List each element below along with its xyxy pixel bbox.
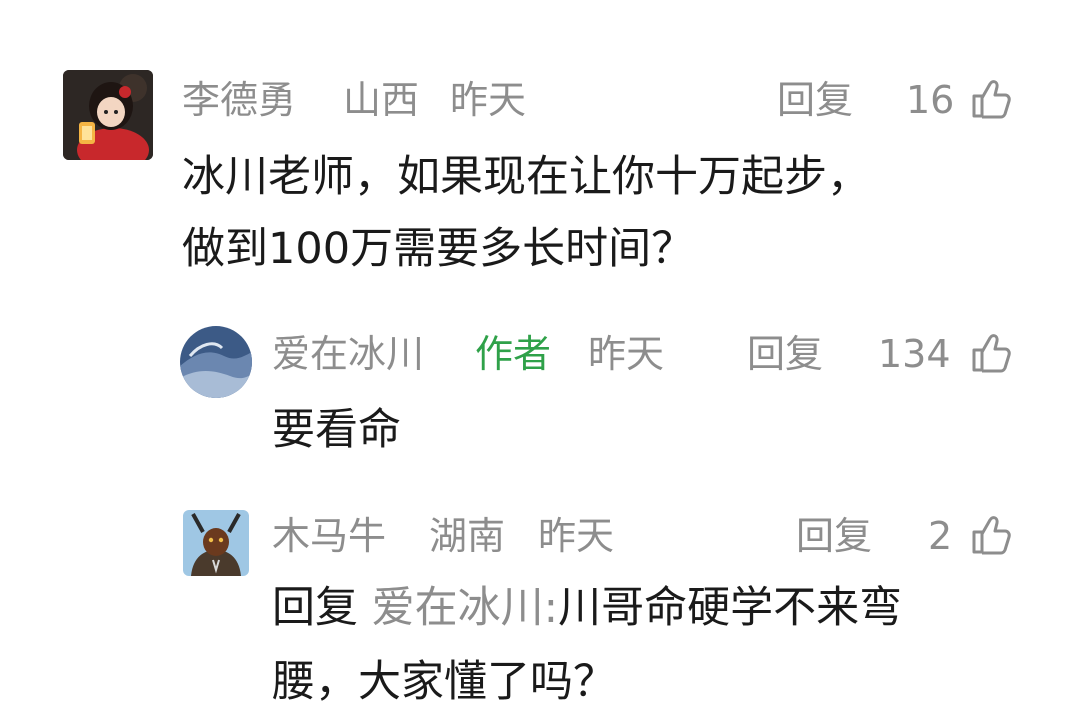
avatar-lideyong[interactable] <box>63 70 153 160</box>
like-count: 16 <box>906 78 955 122</box>
comment-time: 昨天 <box>588 332 665 376</box>
like-count: 134 <box>878 332 951 376</box>
reply-button[interactable]: 回复 <box>796 514 872 558</box>
comment-text-line: 腰，大家懂了吗？ <box>272 657 616 707</box>
comment-time: 昨天 <box>450 78 527 122</box>
commenter-region: 湖南 <box>429 514 506 558</box>
commenter-name[interactable]: 爱在冰川 <box>272 332 424 376</box>
reply-button[interactable]: 回复 <box>747 332 823 376</box>
comment-text-line: 做到100万需要多长时间？ <box>182 224 695 274</box>
like-count: 2 <box>928 514 953 558</box>
author-badge: 作者 <box>475 332 552 376</box>
commenter-name[interactable]: 李德勇 <box>182 78 296 122</box>
thumbs-up-icon[interactable] <box>968 76 1012 120</box>
avatar-aizaibingchuan[interactable] <box>180 326 252 398</box>
commenter-region: 山西 <box>343 78 420 122</box>
comment-time: 昨天 <box>538 514 615 558</box>
thumbs-up-icon[interactable] <box>968 512 1012 556</box>
reply-prefix: 回复 <box>272 583 358 633</box>
comment-text-line: 冰川老师，如果现在让你十万起步， <box>182 152 870 202</box>
thumbs-up-icon[interactable] <box>968 330 1012 374</box>
reply-button[interactable]: 回复 <box>777 78 853 122</box>
comment-text-line: 回复 爱在冰川:川哥命硬学不来弯 <box>272 572 902 644</box>
commenter-name[interactable]: 木马牛 <box>272 514 386 558</box>
reply-target-name[interactable]: 爱在冰川: <box>372 583 559 633</box>
avatar-mumaniu[interactable] <box>183 510 249 576</box>
comment-text-fragment: 川哥命硬学不来弯 <box>558 583 903 633</box>
comment-text-line: 要看命 <box>272 405 401 455</box>
